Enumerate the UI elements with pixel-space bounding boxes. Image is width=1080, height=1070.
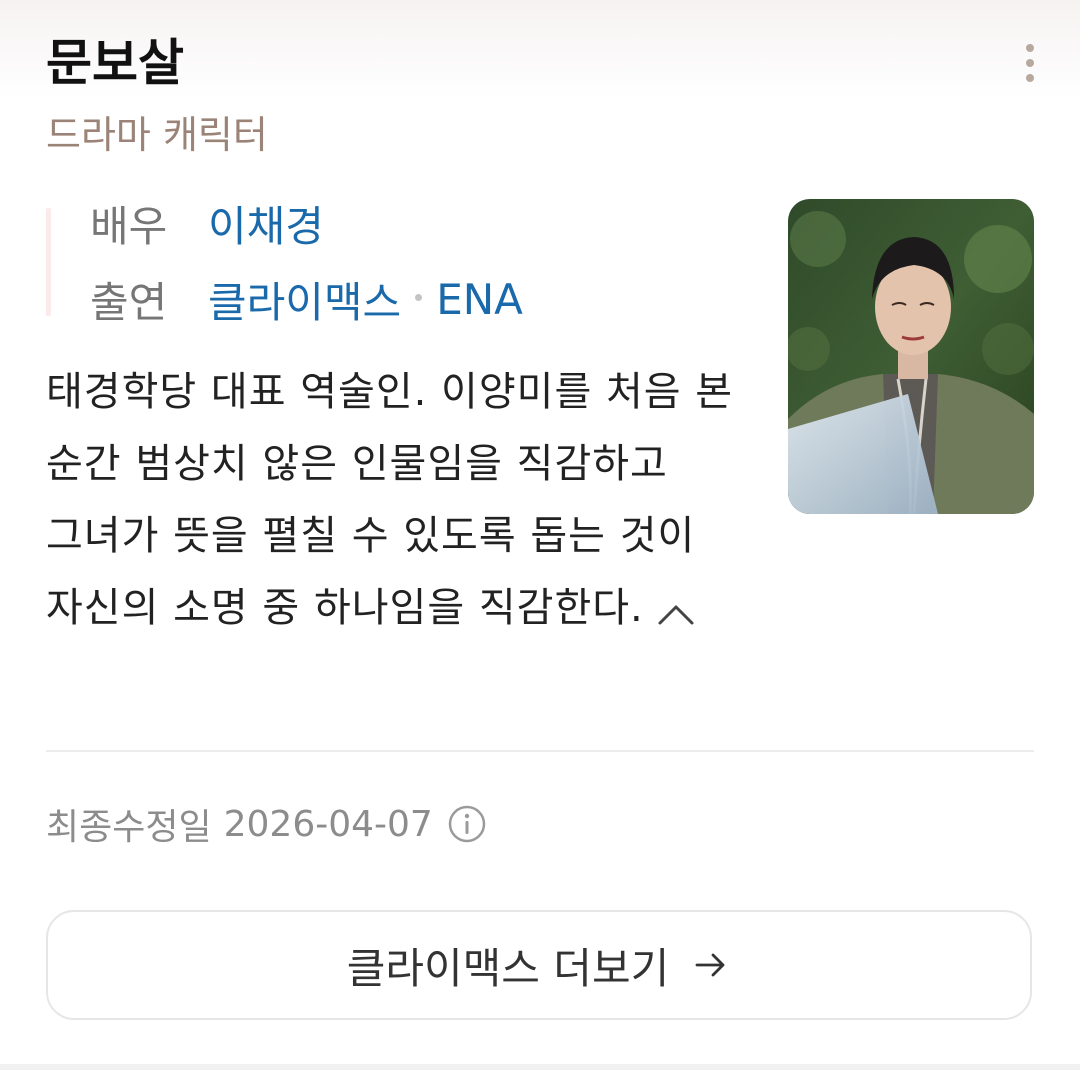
more-options-button[interactable] [1010,40,1050,86]
info-row-actor: 배우 이채경 [90,196,324,251]
drama-more-label: 클라이맥스 더보기 [346,943,670,993]
drama-link[interactable]: 클라이맥스 [208,269,401,330]
character-description: 태경학당 대표 역술인. 이양미를 처음 본 순간 범상치 않은 인물임을 직감… [46,356,736,644]
character-photo[interactable] [788,199,1034,514]
collapse-button[interactable] [654,586,698,626]
character-type: 드라마 캐릭터 [46,113,268,157]
bottom-edge [0,1064,1080,1070]
info-list: 배우 이채경 출연 클라이맥스 ENA [46,196,746,327]
arrow-right-icon [695,953,725,977]
channel-link[interactable]: ENA [436,275,523,324]
info-label-appearance: 출연 [90,277,168,327]
info-accent-bar [46,208,51,316]
drama-more-button[interactable]: 클라이맥스 더보기 [46,910,1032,1020]
more-vertical-icon-dot [1026,59,1034,67]
character-photo-illustration [788,199,1034,514]
last-modified-label: 최종수정일 [46,807,212,848]
character-card: 문보살 드라마 캐릭터 배우 이채경 출연 클라이맥스 ENA 태경학당 대표 … [0,0,1080,1070]
last-modified-date: 2026-04-07 [223,803,433,845]
actor-link[interactable]: 이채경 [208,193,324,254]
chevron-up-icon [658,605,694,625]
last-modified: 최종수정일 2026-04-07 [46,798,487,850]
character-name: 문보살 [46,34,184,92]
info-label-actor: 배우 [90,201,168,251]
section-divider [46,750,1034,752]
more-vertical-icon [1026,44,1034,52]
separator-dot [415,293,423,301]
description-text: 태경학당 대표 역술인. 이양미를 처음 본 순간 범상치 않은 인물임을 직감… [46,369,734,631]
info-circle-icon[interactable] [447,804,487,844]
info-row-appearance: 출연 클라이맥스 ENA [90,272,523,327]
more-vertical-icon-dot [1026,74,1034,82]
